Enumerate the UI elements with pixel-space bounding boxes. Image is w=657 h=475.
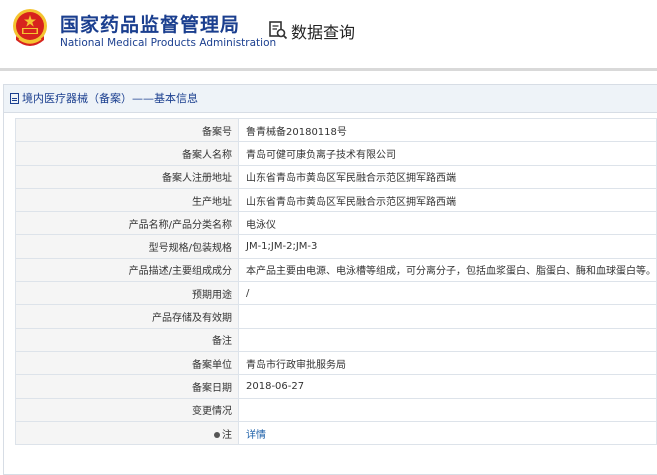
field-label-text: 预期用途 bbox=[192, 289, 232, 301]
field-value-text: JM-1;JM-2;JM-3 bbox=[246, 241, 318, 253]
field-value: 本产品主要由电源、电泳槽等组成，可分离分子，包括血浆蛋白、脂蛋白、酶和血球蛋白等… bbox=[238, 257, 657, 283]
table-row: 预期用途 / bbox=[15, 281, 657, 306]
field-label-text: 备案日期 bbox=[192, 382, 232, 394]
field-value: 鲁青械备20180118号 bbox=[238, 117, 657, 143]
table-row: 备案单位 青岛市行政审批服务局 bbox=[15, 350, 657, 376]
field-value-text: 本产品主要由电源、电泳槽等组成，可分离分子，包括血浆蛋白、脂蛋白、酶和血球蛋白等… bbox=[246, 266, 656, 278]
org-name-cn: 国家药品监督管理局 bbox=[60, 14, 241, 36]
field-label-text: 备案人注册地址 bbox=[162, 173, 232, 185]
data-query-link[interactable]: 数据查询 bbox=[291, 19, 355, 43]
field-label-text: 产品名称/产品分类名称 bbox=[128, 219, 232, 231]
field-value-text: 青岛可健可康负离子技术有限公司 bbox=[246, 149, 396, 161]
field-value: JM-1;JM-2;JM-3 bbox=[238, 234, 657, 259]
field-value: 2018-06-27 bbox=[238, 374, 657, 399]
field-value-text: / bbox=[246, 287, 250, 299]
field-label: 产品存储及有效期 bbox=[15, 304, 239, 329]
data-query-icon[interactable] bbox=[268, 20, 288, 40]
field-value-text: 山东省青岛市黄岛区军民融合示范区拥军路西端 bbox=[246, 196, 456, 208]
field-value: 青岛市行政审批服务局 bbox=[238, 350, 657, 376]
field-label: 生产地址 bbox=[15, 187, 239, 213]
info-table: 备案号 鲁青械备20180118号备案人名称 青岛可健可康负离子技术有限公司备案人注… bbox=[15, 117, 657, 446]
field-label-text: 注 bbox=[222, 429, 232, 441]
field-label: 备案人注册地址 bbox=[15, 164, 239, 189]
field-label: 产品描述/主要组成成分 bbox=[15, 257, 239, 283]
field-value: 山东省青岛市黄岛区军民融合示范区拥军路西端 bbox=[238, 164, 657, 189]
field-label-text: 备注 bbox=[212, 336, 232, 348]
field-value bbox=[238, 397, 657, 422]
details-link[interactable]: 详情 bbox=[246, 430, 266, 441]
field-label: 产品名称/产品分类名称 bbox=[15, 211, 239, 236]
field-value-text: 青岛市行政审批服务局 bbox=[246, 359, 346, 371]
table-row: 型号规格/包装规格 JM-1;JM-2;JM-3 bbox=[15, 234, 657, 259]
field-value: 电泳仪 bbox=[238, 211, 657, 236]
bulb-icon bbox=[214, 431, 220, 438]
field-label-text: 变更情况 bbox=[192, 406, 232, 418]
header-divider bbox=[0, 68, 657, 71]
panel-title-text: 境内医疗器械（备案）——基本信息 bbox=[22, 92, 198, 105]
table-row: 产品描述/主要组成成分 本产品主要由电源、电泳槽等组成，可分离分子，包括血浆蛋白、… bbox=[15, 257, 657, 283]
org-name-en: National Medical Products Administration bbox=[60, 37, 277, 49]
field-label: 备注 bbox=[15, 327, 239, 352]
field-label: 备案号 bbox=[15, 117, 239, 143]
field-label: 型号规格/包装规格 bbox=[15, 234, 239, 259]
field-label-text: 备案人名称 bbox=[182, 149, 232, 161]
field-label: 预期用途 bbox=[15, 281, 239, 306]
table-row: 备案人注册地址 山东省青岛市黄岛区军民融合示范区拥军路西端 bbox=[15, 164, 657, 189]
table-row: 备案号 鲁青械备20180118号 bbox=[15, 117, 657, 143]
field-label-text: 生产地址 bbox=[192, 196, 232, 208]
field-value: 山东省青岛市黄岛区军民融合示范区拥军路西端 bbox=[238, 187, 657, 213]
field-value-text: 山东省青岛市黄岛区军民融合示范区拥军路西端 bbox=[246, 173, 456, 185]
table-row: 注 详情 bbox=[15, 420, 657, 446]
national-emblem-icon bbox=[13, 9, 47, 46]
field-label-text: 备案单位 bbox=[192, 359, 232, 371]
field-value: 详情 bbox=[238, 420, 657, 446]
field-label: 备案人名称 bbox=[15, 141, 239, 166]
field-label: 备案日期 bbox=[15, 374, 239, 399]
field-value: / bbox=[238, 281, 657, 306]
field-value bbox=[238, 304, 657, 329]
field-label: 备案单位 bbox=[15, 350, 239, 376]
table-row: 备案日期 2018-06-27 bbox=[15, 374, 657, 399]
table-row: 备注 bbox=[15, 327, 657, 352]
table-row: 产品名称/产品分类名称 电泳仪 bbox=[15, 211, 657, 236]
field-label: 注 bbox=[15, 420, 239, 446]
site-header: 国家药品监督管理局 National Medical Products Admi… bbox=[0, 0, 657, 68]
field-label-text: 型号规格/包装规格 bbox=[148, 243, 232, 255]
field-label-text: 产品描述/主要组成成分 bbox=[128, 266, 232, 278]
field-label-text: 产品存储及有效期 bbox=[152, 313, 232, 325]
field-label-text: 备案号 bbox=[202, 126, 232, 138]
table-row: 生产地址 山东省青岛市黄岛区军民融合示范区拥军路西端 bbox=[15, 187, 657, 213]
field-value-text: 2018-06-27 bbox=[246, 380, 305, 392]
table-row: 备案人名称 青岛可健可康负离子技术有限公司 bbox=[15, 141, 657, 166]
field-value bbox=[238, 327, 657, 352]
table-row: 变更情况 bbox=[15, 397, 657, 422]
document-icon bbox=[10, 93, 19, 104]
field-value: 青岛可健可康负离子技术有限公司 bbox=[238, 141, 657, 166]
panel-title: 境内医疗器械（备案）——基本信息 bbox=[4, 85, 657, 113]
table-row: 产品存储及有效期 bbox=[15, 304, 657, 329]
field-value-text: 电泳仪 bbox=[246, 219, 276, 231]
field-label: 变更情况 bbox=[15, 397, 239, 422]
field-value-text: 鲁青械备20180118号 bbox=[246, 126, 347, 138]
